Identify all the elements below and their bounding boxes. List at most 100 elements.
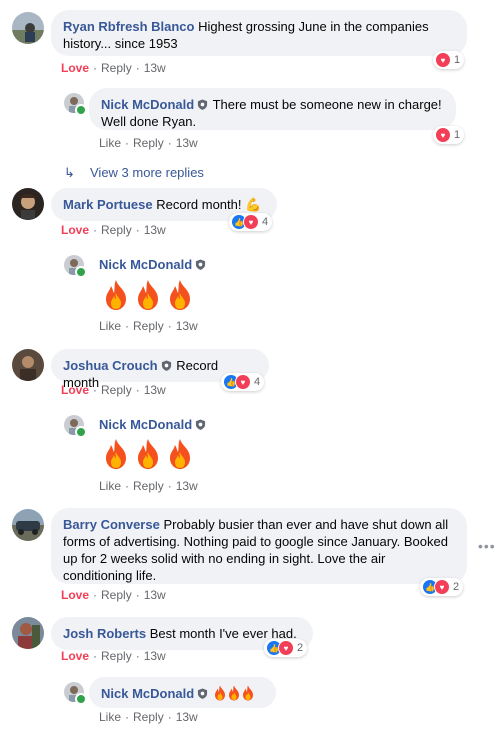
timestamp[interactable]: 13w bbox=[176, 479, 198, 493]
verified-shield-icon bbox=[198, 99, 208, 110]
more-options-icon[interactable]: ••• bbox=[478, 538, 496, 554]
author-name[interactable]: Joshua Crouch bbox=[63, 358, 158, 373]
timestamp[interactable]: 13w bbox=[176, 319, 198, 333]
love-button[interactable]: Love bbox=[61, 383, 89, 397]
reply-button[interactable]: Reply bbox=[133, 479, 164, 493]
avatar[interactable] bbox=[12, 349, 44, 381]
author-name[interactable]: Barry Converse bbox=[63, 517, 160, 532]
view-more-replies-link[interactable]: ↳ View 3 more replies bbox=[64, 165, 204, 181]
reply-actions: Like · Reply · 13w bbox=[99, 136, 198, 150]
comment-bubble: Barry Converse Probably busier than ever… bbox=[51, 508, 467, 584]
fire-icon bbox=[106, 439, 126, 469]
reaction-summary[interactable]: ♥ 1 bbox=[433, 126, 465, 144]
reply-bubble: Nick McDonald bbox=[89, 677, 276, 708]
reaction-count: 2 bbox=[453, 581, 460, 593]
author-name[interactable]: Nick McDonald bbox=[101, 97, 194, 112]
timestamp[interactable]: 13w bbox=[176, 710, 198, 724]
reply-button[interactable]: Reply bbox=[133, 710, 164, 724]
reaction-summary[interactable]: 👍 ♥ 2 bbox=[420, 578, 464, 596]
love-reaction-icon: ♥ bbox=[435, 52, 451, 68]
reply-actions: Like · Reply · 13w bbox=[99, 710, 198, 724]
reply-button[interactable]: Reply bbox=[101, 588, 132, 602]
avatar[interactable] bbox=[12, 12, 44, 44]
fire-icon bbox=[138, 439, 158, 469]
verified-shield-icon bbox=[196, 259, 206, 270]
fire-icon bbox=[242, 685, 253, 701]
author-name[interactable]: Mark Portuese bbox=[63, 197, 153, 212]
timestamp[interactable]: 13w bbox=[176, 136, 198, 150]
reply-header: Nick McDonald bbox=[99, 416, 207, 433]
like-button[interactable]: Like bbox=[99, 319, 121, 333]
like-button[interactable]: Like bbox=[99, 136, 121, 150]
fire-icon bbox=[214, 685, 225, 701]
fire-icon bbox=[170, 280, 190, 310]
verified-shield-icon bbox=[198, 688, 208, 699]
reply-button[interactable]: Reply bbox=[133, 136, 164, 150]
reply-button[interactable]: Reply bbox=[101, 223, 132, 237]
reply-bubble: Nick McDonald There must be someone new … bbox=[89, 88, 456, 130]
avatar[interactable] bbox=[12, 509, 44, 541]
reply-actions: Like · Reply · 13w bbox=[99, 319, 198, 333]
fire-icon bbox=[138, 280, 158, 310]
reaction-summary[interactable]: 👍 ♥ 4 bbox=[229, 213, 273, 231]
view-more-label[interactable]: View 3 more replies bbox=[90, 165, 204, 180]
reply-actions: Like · Reply · 13w bbox=[99, 479, 198, 493]
fire-emoji-row bbox=[102, 438, 194, 470]
fire-emoji-row bbox=[102, 279, 194, 311]
comment-bubble: Ryan Rbfresh Blanco Highest grossing Jun… bbox=[51, 10, 467, 56]
online-status-icon bbox=[75, 426, 87, 438]
reaction-count: 1 bbox=[454, 54, 461, 66]
timestamp[interactable]: 13w bbox=[144, 649, 166, 663]
like-button[interactable]: Like bbox=[99, 710, 121, 724]
reply-button[interactable]: Reply bbox=[133, 319, 164, 333]
verified-shield-icon bbox=[161, 360, 171, 371]
author-name[interactable]: Ryan Rbfresh Blanco bbox=[63, 19, 194, 34]
reaction-summary[interactable]: 👍 ♥ 2 bbox=[264, 639, 308, 657]
reply-button[interactable]: Reply bbox=[101, 383, 132, 397]
reaction-count: 2 bbox=[297, 642, 304, 654]
comment-actions: Love · Reply · 13w bbox=[61, 61, 166, 75]
comment-actions: Love · Reply · 13w bbox=[61, 649, 166, 663]
author-name[interactable]: Nick McDonald bbox=[101, 686, 194, 701]
fire-icon bbox=[228, 685, 239, 701]
fire-emoji-row bbox=[213, 685, 255, 701]
reaction-count: 4 bbox=[254, 376, 261, 388]
reply-button[interactable]: Reply bbox=[101, 649, 132, 663]
reaction-summary[interactable]: 👍 ♥ 4 bbox=[221, 373, 265, 391]
love-reaction-icon: ♥ bbox=[235, 374, 251, 390]
like-button[interactable]: Like bbox=[99, 479, 121, 493]
avatar[interactable] bbox=[12, 188, 44, 220]
timestamp[interactable]: 13w bbox=[144, 588, 166, 602]
author-name[interactable]: Nick McDonald bbox=[99, 257, 192, 272]
love-reaction-icon: ♥ bbox=[243, 214, 259, 230]
comment-actions: Love · Reply · 13w bbox=[61, 588, 166, 602]
reaction-count: 4 bbox=[262, 216, 269, 228]
fire-icon bbox=[170, 439, 190, 469]
timestamp[interactable]: 13w bbox=[144, 61, 166, 75]
reaction-summary[interactable]: ♥ 1 bbox=[433, 51, 465, 69]
verified-shield-icon bbox=[196, 419, 206, 430]
online-status-icon bbox=[75, 104, 87, 116]
love-button[interactable]: Love bbox=[61, 649, 89, 663]
comment-text: Record month! 💪 bbox=[156, 197, 262, 212]
author-name[interactable]: Josh Roberts bbox=[63, 626, 146, 641]
timestamp[interactable]: 13w bbox=[144, 383, 166, 397]
love-reaction-icon: ♥ bbox=[434, 579, 450, 595]
avatar[interactable] bbox=[12, 617, 44, 649]
love-button[interactable]: Love bbox=[61, 223, 89, 237]
reply-button[interactable]: Reply bbox=[101, 61, 132, 75]
love-button[interactable]: Love bbox=[61, 588, 89, 602]
comment-actions: Love · Reply · 13w bbox=[61, 383, 166, 397]
author-name[interactable]: Nick McDonald bbox=[99, 417, 192, 432]
love-button[interactable]: Love bbox=[61, 61, 89, 75]
love-reaction-icon: ♥ bbox=[278, 640, 294, 656]
timestamp[interactable]: 13w bbox=[144, 223, 166, 237]
reply-arrow-icon: ↳ bbox=[64, 165, 75, 180]
comment-actions: Love · Reply · 13w bbox=[61, 223, 166, 237]
fire-icon bbox=[106, 280, 126, 310]
online-status-icon bbox=[75, 266, 87, 278]
online-status-icon bbox=[75, 693, 87, 705]
love-reaction-icon: ♥ bbox=[435, 127, 451, 143]
reply-header: Nick McDonald bbox=[99, 256, 207, 273]
reaction-count: 1 bbox=[454, 129, 461, 141]
